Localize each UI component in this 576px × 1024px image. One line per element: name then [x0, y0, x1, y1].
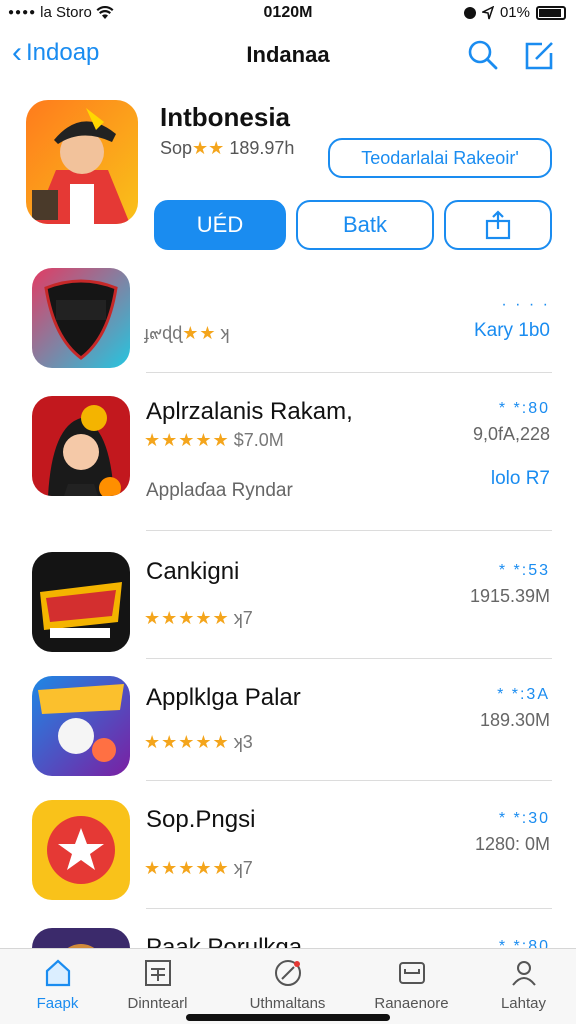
list-item[interactable]: Cankigni ★★★★★ ʞ7 * *:53 1915.39M [0, 546, 576, 666]
cartoon-boy-icon [26, 100, 138, 224]
tab-inbox[interactable]: Ranaenore [354, 957, 469, 1012]
download-count: 1915.39M [469, 586, 550, 606]
share-button[interactable] [444, 200, 552, 250]
app-icon [32, 676, 130, 776]
stars: ★★★★★ [144, 608, 230, 628]
featured-app-icon[interactable] [26, 100, 138, 224]
search-icon [468, 40, 498, 70]
person-icon [511, 961, 536, 986]
rating-count: ʞ7 [233, 608, 253, 628]
tab-label: Uthmaltans [249, 995, 326, 1012]
list-item[interactable]: Aplrzalanis Rakam, ★★★★★ $7.0M Applaɗaa R… [0, 390, 576, 510]
search-button[interactable] [466, 38, 500, 72]
rating-prefix: ɟ๙ɖɖ [144, 323, 183, 343]
app-size: lolo R7 [490, 468, 550, 489]
nav-actions [466, 38, 556, 72]
battery-icon [536, 5, 566, 20]
download-count: 9,0fA,228 [472, 424, 550, 444]
back-pill-button[interactable]: Batk [296, 200, 434, 250]
app-icon [32, 800, 130, 900]
woman-avatar-icon [32, 396, 130, 496]
download-count: 1280: 0M [474, 834, 550, 854]
location-icon [481, 5, 494, 19]
stars: ★★★★★ [144, 430, 230, 450]
divider [146, 372, 552, 373]
rating-marker: * *:3A [497, 686, 550, 703]
list-item[interactable]: Applklga Palar ★★★★★ ʞ3 * *:3A 189.30M [0, 670, 576, 790]
download-count: 189.30M [479, 710, 550, 730]
rating-marker: * *:80 [498, 400, 550, 417]
rating-count: ʞ [220, 323, 230, 343]
rating-marker: * *:53 [498, 562, 550, 579]
divider [146, 908, 552, 909]
star-rating: ★★★★★ $7.0M [144, 430, 284, 451]
list-item[interactable]: ɟ๙ɖɖ★★ ʞ · · · · Kary 1b0 [0, 262, 576, 382]
tab-label: Faapk [36, 995, 79, 1012]
nav-bar: ‹ Indoap Indanaa [0, 30, 576, 80]
status-right: 01% [463, 4, 566, 21]
tab-browse[interactable]: Dinntearl [100, 957, 215, 1012]
inbox-icon [398, 962, 425, 984]
compass-icon [274, 960, 301, 986]
compose-icon [525, 42, 553, 70]
featured-app-meta: Sop★★ 189.97h [160, 138, 294, 159]
grid-icon [144, 960, 171, 986]
stars: ★★★★★ [144, 858, 230, 878]
focus-icon [463, 6, 476, 19]
star-rating: ★★ [192, 138, 225, 158]
tab-label: Ranaenore [374, 995, 449, 1012]
app-size: Kary 1b0 [473, 320, 550, 341]
status-bar: ●●●● la Storo 0120M 01% [0, 0, 576, 28]
category-tag-button[interactable]: Teodarlalai Rakeoir' [328, 138, 552, 178]
divider [146, 530, 552, 531]
game-logo-icon [32, 552, 130, 652]
app-name: Applklga Palar [146, 684, 301, 711]
app-subtitle: Applaɗaa Ryndar [146, 480, 293, 501]
guitar-pick-icon [32, 268, 130, 368]
app-name: Cankigni [146, 558, 240, 585]
battery-percent: 01% [499, 4, 530, 21]
tab-profile[interactable]: Lahtay [466, 957, 576, 1012]
tab-label: Dinntearl [127, 995, 188, 1012]
share-icon [485, 210, 511, 240]
tab-explore[interactable]: Uthmaltans [230, 957, 345, 1012]
divider [146, 658, 552, 659]
featured-app-name: Intbonesia [160, 102, 291, 132]
meta-suffix: 189.97h [229, 138, 295, 158]
star-badge-icon [32, 800, 130, 900]
star-rating: ★★★★★ ʞ7 [144, 858, 253, 879]
app-name: Aplrzalanis Rakam, [146, 398, 353, 425]
home-indicator [186, 1014, 390, 1021]
meta-prefix: Sop [160, 138, 193, 158]
tab-home[interactable]: Faapk [0, 957, 115, 1012]
stars: ★★★★★ [144, 732, 230, 752]
stars: ★★ [182, 323, 217, 343]
compose-button[interactable] [522, 38, 556, 72]
cartoon-game-icon [32, 676, 130, 776]
home-icon [45, 959, 70, 987]
divider [146, 780, 552, 781]
app-name: Sop.Pngsi [146, 806, 256, 833]
app-icon [32, 268, 130, 368]
rating-count: ʞ7 [233, 858, 253, 878]
rating-marker: · · · · [501, 296, 550, 313]
tab-bar: Faapk Dinntearl Uthmaltans Ranaenore Lah… [0, 948, 576, 1024]
list-item[interactable]: Sop.Pngsi ★★★★★ ʞ7 * *:30 1280: 0M [0, 794, 576, 914]
star-rating: ★★★★★ ʞ3 [144, 732, 253, 753]
app-icon [32, 396, 130, 496]
rating-count: $7.0M [233, 430, 284, 450]
app-icon [32, 552, 130, 652]
tab-label: Lahtay [500, 995, 547, 1012]
star-rating: ɟ๙ɖɖ★★ ʞ [144, 318, 230, 347]
featured-app: Intbonesia Sop★★ 189.97h Teodarlalai Rak… [0, 96, 576, 256]
star-rating: ★★★★★ ʞ7 [144, 608, 253, 629]
rating-count: ʞ3 [233, 732, 253, 752]
get-button[interactable]: UÉD [154, 200, 286, 250]
rating-marker: * *:30 [498, 810, 550, 827]
